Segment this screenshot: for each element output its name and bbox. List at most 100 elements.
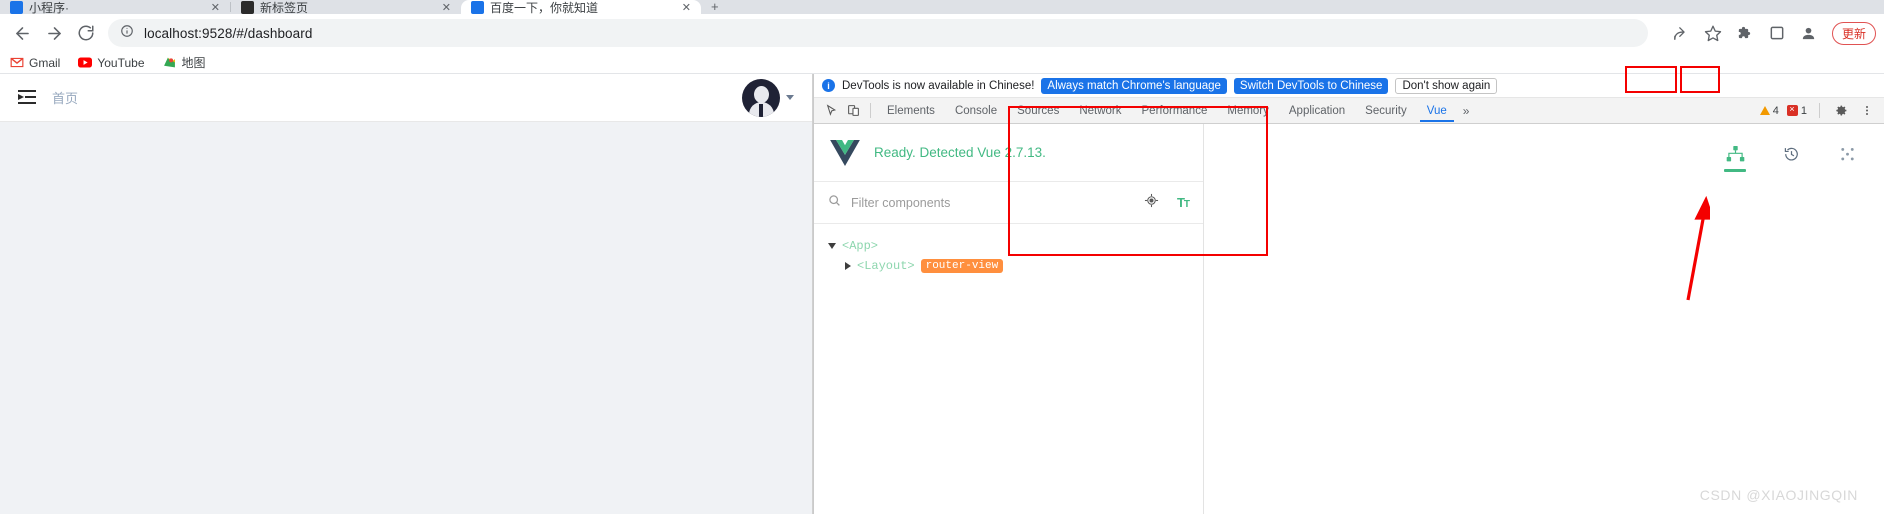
filter-components-input[interactable]: Filter components	[851, 196, 950, 210]
tab-close-icon[interactable]: ✕	[442, 1, 451, 14]
web-page: 首页	[0, 74, 813, 514]
address-bar-url[interactable]: localhost:9528/#/dashboard	[144, 26, 312, 41]
tab-close-icon[interactable]: ✕	[211, 1, 220, 14]
tab-favicon	[10, 0, 23, 14]
watermark: CSDN @XIAOJINGQIN	[1699, 487, 1858, 503]
vue-side-pane: 如果左侧没有的话点 击这里哦	[1204, 124, 1884, 514]
bookmark-maps[interactable]: 地图	[163, 54, 206, 71]
caret-down-icon[interactable]	[786, 95, 794, 100]
app-main-content	[0, 122, 812, 514]
tree-node-layout[interactable]: <Layout> router-view	[828, 256, 1189, 276]
youtube-icon	[78, 56, 93, 70]
browser-tab-2[interactable]: 百度一下，你就知道 ✕	[461, 0, 701, 14]
tab-strip: 小程序· ✕ 新标签页 ✕ 百度一下，你就知道 ✕ +	[0, 0, 1884, 14]
tree-node-label: <App>	[842, 239, 879, 253]
tab-favicon	[241, 0, 254, 14]
chevron-down-icon[interactable]	[828, 243, 836, 249]
update-button[interactable]: 更新	[1831, 21, 1876, 45]
target-select-icon[interactable]	[1144, 193, 1159, 213]
avatar[interactable]	[742, 78, 780, 117]
viewport: 首页 i DevTools is now available in Chines…	[0, 66, 1884, 514]
error-square-icon	[1786, 103, 1798, 116]
share-icon[interactable]	[1666, 18, 1696, 48]
device-toolbar-icon[interactable]	[842, 100, 864, 122]
notice-message: DevTools is now available in Chinese!	[842, 79, 1035, 92]
devtools-tab-memory[interactable]: Memory	[1217, 101, 1279, 121]
status-divider	[1819, 103, 1820, 118]
devtools-tab-security[interactable]: Security	[1355, 101, 1417, 121]
bookmarks-bar: Gmail YouTube 地图	[0, 52, 1884, 74]
devtools-status-group: 4 1	[1758, 100, 1884, 122]
bookmark-star-icon[interactable]	[1698, 18, 1728, 48]
vue-logo-icon	[830, 139, 860, 166]
warning-triangle-icon	[1759, 106, 1770, 115]
vue-filter-bar: Filter components TT	[814, 182, 1203, 224]
tab-title: 百度一下，你就知道	[490, 0, 599, 15]
tree-node-app[interactable]: <App>	[828, 236, 1189, 256]
always-match-language-button[interactable]: Always match Chrome's language	[1041, 77, 1227, 94]
devtools-tab-sources[interactable]: Sources	[1007, 101, 1069, 121]
breadcrumb[interactable]: 首页	[52, 88, 78, 107]
more-vertical-icon[interactable]	[1856, 100, 1878, 122]
inspect-element-icon[interactable]	[820, 100, 842, 122]
address-bar[interactable]: localhost:9528/#/dashboard	[108, 19, 1648, 47]
back-arrow-icon[interactable]	[8, 19, 36, 47]
component-tree-icon[interactable]	[1724, 146, 1746, 172]
error-badge[interactable]: 1	[1785, 103, 1809, 117]
warning-badge[interactable]: 4	[1758, 105, 1781, 117]
dont-show-again-button[interactable]: Don't show again	[1395, 77, 1498, 94]
browser-window: 小程序· ✕ 新标签页 ✕ 百度一下，你就知道 ✕ + localhost:95…	[0, 0, 1884, 515]
switch-devtools-language-button[interactable]: Switch DevTools to Chinese	[1233, 77, 1389, 94]
filter-actions: TT	[1144, 193, 1190, 213]
gmail-icon	[10, 56, 24, 70]
devtools-tab-elements[interactable]: Elements	[877, 101, 945, 121]
tab-favicon	[471, 0, 484, 14]
more-tabs-button[interactable]: »	[1457, 102, 1476, 120]
devtools-tab-performance[interactable]: Performance	[1132, 101, 1218, 121]
info-icon: i	[822, 79, 835, 92]
devtools-tab-console[interactable]: Console	[945, 101, 1007, 121]
tab-title: 小程序·	[29, 0, 69, 15]
toolbar-icon-group: 更新	[1666, 18, 1876, 48]
app-header: 首页	[0, 74, 812, 122]
bookmark-label: Gmail	[29, 55, 61, 70]
profile-icon[interactable]	[1794, 18, 1824, 48]
collapse-menu-icon[interactable]	[18, 90, 36, 105]
reload-icon[interactable]	[72, 19, 100, 47]
router-view-chip: router-view	[920, 259, 1004, 273]
extensions-puzzle-icon[interactable]	[1730, 18, 1760, 48]
chevron-right-icon[interactable]	[845, 262, 851, 270]
devtools-tab-network[interactable]: Network	[1069, 101, 1131, 121]
gear-icon[interactable]	[1830, 100, 1852, 122]
error-count: 1	[1800, 104, 1807, 117]
browser-toolbar: localhost:9528/#/dashboard 更新	[0, 14, 1884, 52]
tree-node-label: <Layout>	[857, 259, 915, 273]
vue-ready-text: Ready. Detected Vue 2.7.13.	[874, 145, 1046, 160]
text-format-icon[interactable]: TT	[1177, 195, 1190, 210]
warning-count: 4	[1772, 104, 1779, 117]
bookmark-gmail[interactable]: Gmail	[10, 56, 60, 70]
bookmark-label: 地图	[181, 56, 206, 70]
tab-close-icon[interactable]: ✕	[682, 1, 691, 14]
side-panel-icon[interactable]	[1762, 18, 1792, 48]
bookmark-youtube[interactable]: YouTube	[78, 55, 145, 70]
bookmark-label: YouTube	[97, 55, 145, 70]
nodes-settings-icon[interactable]	[1836, 146, 1858, 172]
vue-side-icon-group	[1724, 146, 1858, 172]
timeline-history-icon[interactable]	[1780, 146, 1802, 172]
site-info-icon[interactable]	[120, 24, 134, 43]
forward-arrow-icon[interactable]	[40, 19, 68, 47]
maps-icon	[163, 56, 177, 70]
devtools-tab-application[interactable]: Application	[1279, 101, 1355, 121]
vue-devtools-body: Ready. Detected Vue 2.7.13. Filter compo…	[814, 124, 1884, 514]
browser-tab-1[interactable]: 新标签页 ✕	[231, 0, 461, 14]
browser-tab-0[interactable]: 小程序· ✕	[0, 0, 230, 14]
search-icon	[828, 194, 841, 212]
new-tab-button[interactable]: +	[701, 0, 729, 14]
devtools-tab-vue[interactable]: Vue	[1417, 101, 1457, 122]
vue-component-tree: <App> <Layout> router-view	[814, 224, 1203, 288]
tab-title: 新标签页	[260, 0, 309, 15]
vue-components-pane: Ready. Detected Vue 2.7.13. Filter compo…	[814, 124, 1204, 514]
devtools-panel: i DevTools is now available in Chinese! …	[813, 74, 1884, 514]
toolbar-divider	[870, 103, 871, 118]
